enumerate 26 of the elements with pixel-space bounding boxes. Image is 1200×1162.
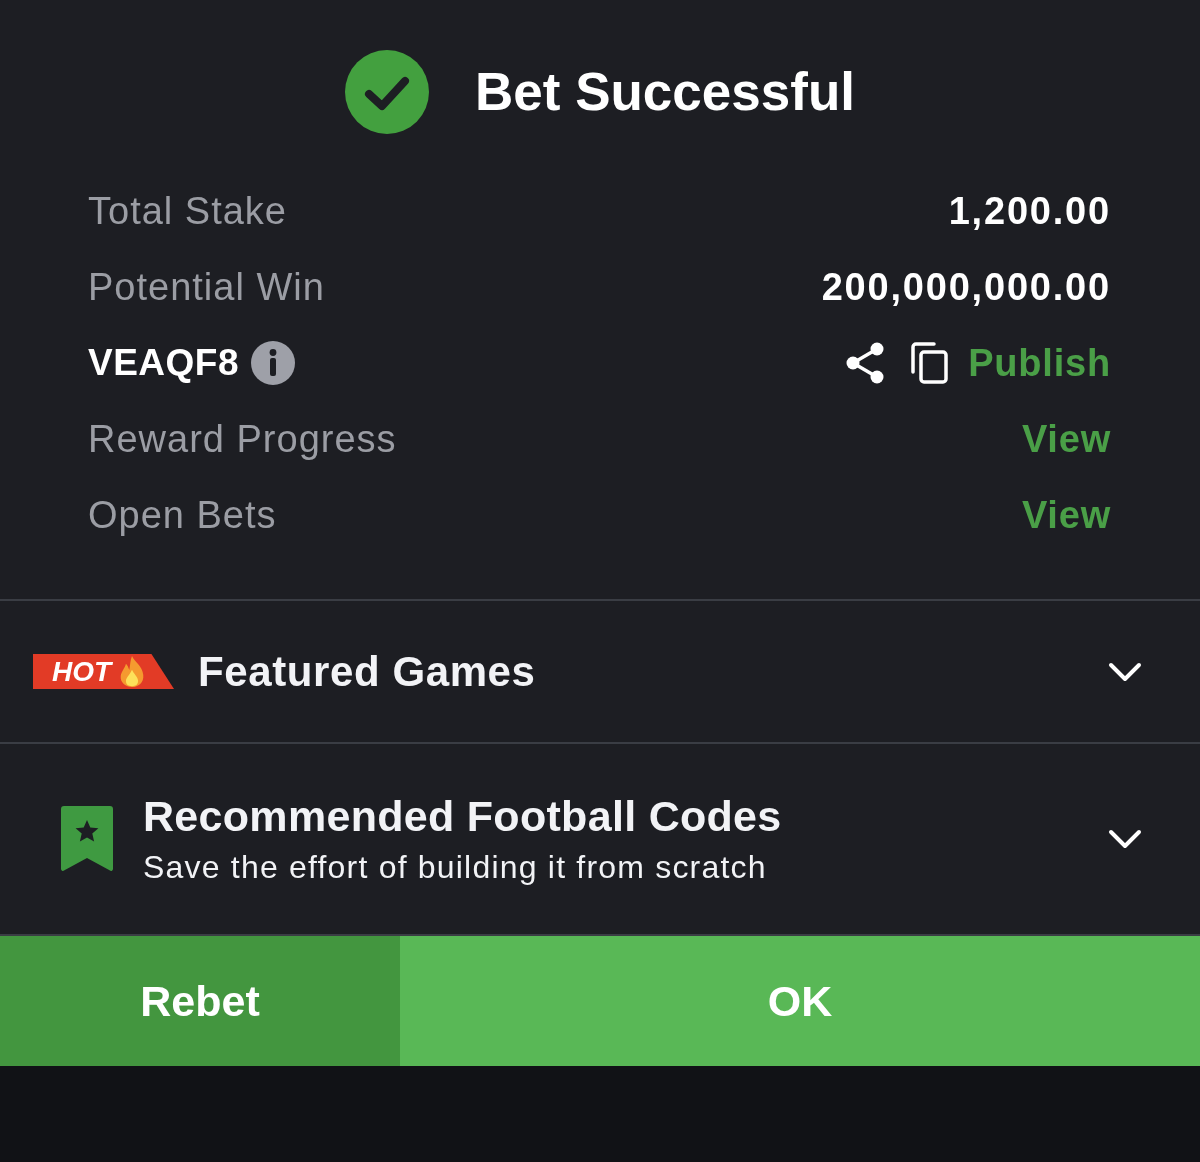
info-icon[interactable] — [251, 341, 296, 385]
copy-icon[interactable] — [910, 342, 949, 384]
hot-label: HOT — [52, 656, 112, 687]
featured-games-header[interactable]: HOT Featured Games — [0, 601, 1200, 742]
chevron-down-icon[interactable] — [1108, 829, 1142, 849]
chevron-down-icon[interactable] — [1108, 661, 1142, 682]
view-link[interactable]: View — [1021, 493, 1111, 537]
section-title: Featured Games — [198, 646, 536, 697]
summary-value: 1,200.00 — [948, 189, 1111, 233]
share-icon[interactable] — [846, 342, 885, 384]
view-link[interactable]: View — [1021, 417, 1111, 461]
booking-code: VEAQF8 — [88, 342, 240, 384]
summary-label: Total Stake — [88, 189, 287, 233]
summary-label: Potential Win — [88, 265, 325, 309]
summary-label: Open Bets — [88, 493, 277, 537]
bookmark-star-icon — [61, 806, 113, 872]
check-circle-icon — [345, 50, 429, 134]
publish-link[interactable]: Publish — [968, 341, 1111, 385]
dialog-title: Bet Successful — [475, 62, 855, 122]
summary-value: 200,000,000.00 — [821, 265, 1111, 309]
section-subtitle: Save the effort of building it from scratch — [143, 848, 768, 887]
recommended-codes-header[interactable]: Recommended Football Codes Save the effort of building it from scratch — [0, 744, 1200, 934]
section-title: Recommended Football Codes — [143, 791, 782, 841]
flame-icon — [119, 655, 146, 688]
summary-label: Reward Progress — [88, 417, 397, 461]
rebet-button[interactable]: Rebet — [0, 936, 400, 1066]
